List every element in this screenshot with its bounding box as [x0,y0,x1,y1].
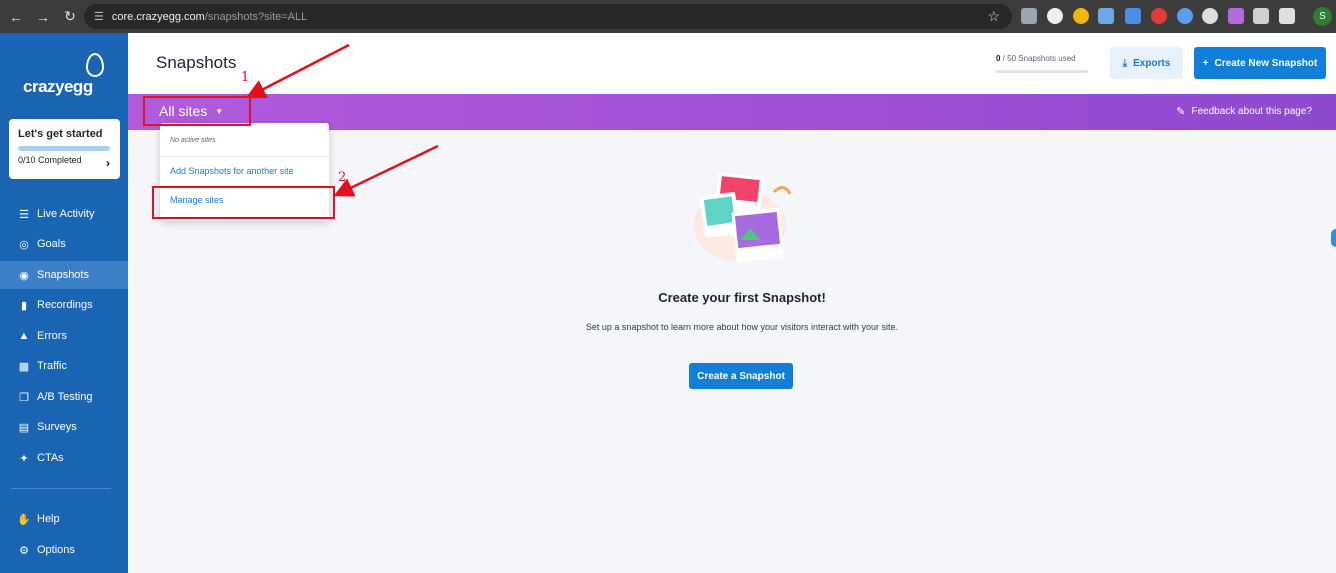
annotation-arrows [245,43,439,197]
empty-state-title: Create your first Snapshot! [658,290,826,305]
side-help-tab[interactable] [1331,229,1336,247]
annotation-arrow-1 [245,43,350,99]
empty-state-subtitle: Set up a snapshot to learn more about ho… [585,322,899,332]
annotation-arrow-2 [333,144,439,197]
snapshot-illustration [694,172,792,263]
create-snapshot-button[interactable]: Create a Snapshot [689,363,793,389]
